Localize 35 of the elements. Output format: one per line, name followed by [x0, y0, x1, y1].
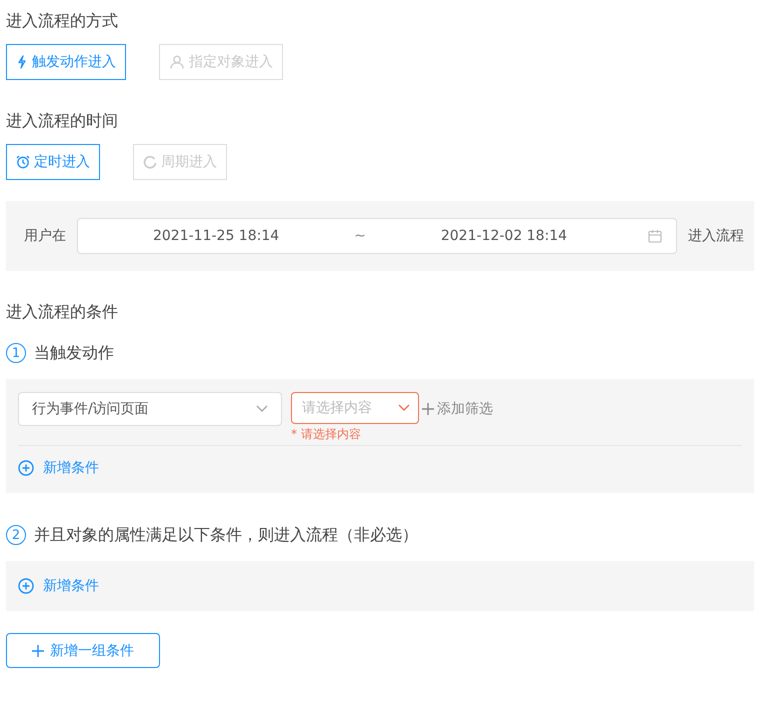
section-title: 进入流程的时间 [6, 110, 119, 132]
plus-icon [32, 644, 44, 656]
chevron-down-icon [256, 405, 268, 413]
step-number: 2 [6, 525, 26, 545]
plus-circle-icon [18, 578, 34, 594]
user-icon [169, 55, 185, 69]
plus-icon [422, 403, 434, 415]
refresh-icon [143, 155, 157, 169]
event-select[interactable]: 行为事件/访问页面 [18, 392, 282, 426]
calendar-icon [648, 229, 662, 243]
range-suffix: 进入流程 [688, 227, 744, 245]
select-value: 行为事件/访问页面 [32, 400, 149, 418]
add-group-button[interactable]: 新增一组条件 [6, 633, 160, 668]
end-date: 2021-12-02 18:14 [440, 228, 568, 244]
content-select[interactable]: 请选择内容 [291, 392, 419, 424]
chevron-down-icon [398, 404, 410, 412]
error-message: * 请选择内容 [291, 426, 362, 443]
step-title: 当触发动作 [34, 342, 114, 364]
section-title: 进入流程的方式 [6, 10, 119, 32]
option-button[interactable]: 定时进入 [6, 144, 100, 180]
range-prefix: 用户在 [24, 227, 66, 245]
start-date: 2021-11-25 18:14 [152, 228, 280, 244]
option-button[interactable]: 触发动作进入 [6, 44, 126, 80]
section-title: 进入流程的条件 [6, 301, 119, 323]
select-placeholder: 请选择内容 [302, 399, 372, 417]
add-filter-link[interactable]: 添加筛选 [422, 392, 493, 426]
alarm-clock-icon [16, 155, 30, 169]
date-range-field[interactable]: 2021-11-25 18:14 ~ 2021-12-02 18:14 [77, 218, 677, 254]
step-number: 1 [6, 343, 26, 363]
lightning-icon [16, 55, 28, 69]
range-separator: ~ [354, 228, 366, 244]
plus-circle-icon [18, 460, 34, 476]
add-condition-link[interactable]: 新增条件 [18, 574, 99, 598]
add-condition-link[interactable]: 新增条件 [18, 456, 99, 480]
step-title: 并且对象的属性满足以下条件，则进入流程（非必选） [34, 524, 418, 546]
